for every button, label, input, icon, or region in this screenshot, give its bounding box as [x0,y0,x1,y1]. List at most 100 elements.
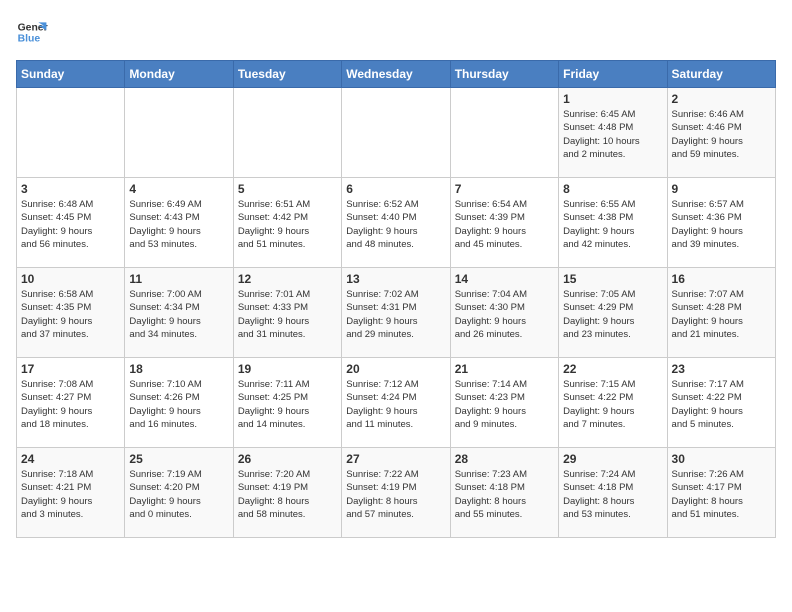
calendar-cell: 15 Sunrise: 7:05 AM Sunset: 4:29 PM Dayli… [559,268,667,358]
day-number: 20 [346,362,445,376]
calendar-cell: 13 Sunrise: 7:02 AM Sunset: 4:31 PM Dayli… [342,268,450,358]
calendar-cell: 1 Sunrise: 6:45 AM Sunset: 4:48 PM Daylig… [559,88,667,178]
day-info: Sunrise: 7:22 AM Sunset: 4:19 PM Dayligh… [346,468,445,521]
day-info: Sunrise: 7:24 AM Sunset: 4:18 PM Dayligh… [563,468,662,521]
day-info: Sunrise: 7:02 AM Sunset: 4:31 PM Dayligh… [346,288,445,341]
day-number: 3 [21,182,120,196]
calendar-cell: 24 Sunrise: 7:18 AM Sunset: 4:21 PM Dayli… [17,448,125,538]
week-row-0: 1 Sunrise: 6:45 AM Sunset: 4:48 PM Daylig… [17,88,776,178]
day-number: 28 [455,452,554,466]
day-info: Sunrise: 6:45 AM Sunset: 4:48 PM Dayligh… [563,108,662,161]
day-number: 26 [238,452,337,466]
day-number: 15 [563,272,662,286]
calendar-cell: 30Sunrise: 7:26 AM Sunset: 4:17 PM Dayli… [667,448,775,538]
day-info: Sunrise: 7:23 AM Sunset: 4:18 PM Dayligh… [455,468,554,521]
day-number: 27 [346,452,445,466]
logo-icon: General Blue [16,16,48,48]
day-info: Sunrise: 6:57 AM Sunset: 4:36 PM Dayligh… [672,198,771,251]
day-info: Sunrise: 6:46 AM Sunset: 4:46 PM Dayligh… [672,108,771,161]
day-info: Sunrise: 7:12 AM Sunset: 4:24 PM Dayligh… [346,378,445,431]
day-number: 13 [346,272,445,286]
day-info: Sunrise: 6:54 AM Sunset: 4:39 PM Dayligh… [455,198,554,251]
day-info: Sunrise: 7:10 AM Sunset: 4:26 PM Dayligh… [129,378,228,431]
day-number: 22 [563,362,662,376]
day-number: 8 [563,182,662,196]
day-info: Sunrise: 7:19 AM Sunset: 4:20 PM Dayligh… [129,468,228,521]
day-info: Sunrise: 7:11 AM Sunset: 4:25 PM Dayligh… [238,378,337,431]
calendar-table: SundayMondayTuesdayWednesdayThursdayFrid… [16,60,776,538]
day-number: 18 [129,362,228,376]
week-row-4: 24 Sunrise: 7:18 AM Sunset: 4:21 PM Dayli… [17,448,776,538]
day-info: Sunrise: 7:08 AM Sunset: 4:27 PM Dayligh… [21,378,120,431]
calendar-cell: 27 Sunrise: 7:22 AM Sunset: 4:19 PM Dayli… [342,448,450,538]
day-info: Sunrise: 7:26 AM Sunset: 4:17 PM Dayligh… [672,468,771,521]
day-number: 6 [346,182,445,196]
calendar-cell [125,88,233,178]
logo: General Blue [16,16,52,48]
day-number: 4 [129,182,228,196]
calendar-cell [17,88,125,178]
weekday-header-friday: Friday [559,61,667,88]
weekday-header-sunday: Sunday [17,61,125,88]
weekday-header-thursday: Thursday [450,61,558,88]
day-info: Sunrise: 7:07 AM Sunset: 4:28 PM Dayligh… [672,288,771,341]
week-row-1: 3Sunrise: 6:48 AM Sunset: 4:45 PM Daylig… [17,178,776,268]
calendar-cell: 21 Sunrise: 7:14 AM Sunset: 4:23 PM Dayli… [450,358,558,448]
day-number: 25 [129,452,228,466]
day-info: Sunrise: 6:52 AM Sunset: 4:40 PM Dayligh… [346,198,445,251]
day-info: Sunrise: 7:04 AM Sunset: 4:30 PM Dayligh… [455,288,554,341]
weekday-header-monday: Monday [125,61,233,88]
calendar-cell: 26 Sunrise: 7:20 AM Sunset: 4:19 PM Dayli… [233,448,341,538]
calendar-cell [233,88,341,178]
calendar-cell: 4Sunrise: 6:49 AM Sunset: 4:43 PM Daylig… [125,178,233,268]
calendar-cell: 12 Sunrise: 7:01 AM Sunset: 4:33 PM Dayli… [233,268,341,358]
day-info: Sunrise: 6:55 AM Sunset: 4:38 PM Dayligh… [563,198,662,251]
calendar-cell: 5 Sunrise: 6:51 AM Sunset: 4:42 PM Daylig… [233,178,341,268]
calendar-cell: 7Sunrise: 6:54 AM Sunset: 4:39 PM Daylig… [450,178,558,268]
calendar-cell: 17 Sunrise: 7:08 AM Sunset: 4:27 PM Dayli… [17,358,125,448]
day-info: Sunrise: 7:01 AM Sunset: 4:33 PM Dayligh… [238,288,337,341]
day-info: Sunrise: 6:51 AM Sunset: 4:42 PM Dayligh… [238,198,337,251]
day-number: 29 [563,452,662,466]
day-number: 10 [21,272,120,286]
calendar-cell: 23 Sunrise: 7:17 AM Sunset: 4:22 PM Dayli… [667,358,775,448]
weekday-header-row: SundayMondayTuesdayWednesdayThursdayFrid… [17,61,776,88]
day-number: 9 [672,182,771,196]
day-info: Sunrise: 7:20 AM Sunset: 4:19 PM Dayligh… [238,468,337,521]
calendar-cell: 18 Sunrise: 7:10 AM Sunset: 4:26 PM Dayli… [125,358,233,448]
day-number: 16 [672,272,771,286]
day-info: Sunrise: 7:18 AM Sunset: 4:21 PM Dayligh… [21,468,120,521]
day-info: Sunrise: 6:58 AM Sunset: 4:35 PM Dayligh… [21,288,120,341]
calendar-cell: 20 Sunrise: 7:12 AM Sunset: 4:24 PM Dayli… [342,358,450,448]
day-info: Sunrise: 7:00 AM Sunset: 4:34 PM Dayligh… [129,288,228,341]
calendar-cell [450,88,558,178]
weekday-header-saturday: Saturday [667,61,775,88]
day-number: 1 [563,92,662,106]
day-number: 19 [238,362,337,376]
day-number: 2 [672,92,771,106]
calendar-cell: 10 Sunrise: 6:58 AM Sunset: 4:35 PM Dayli… [17,268,125,358]
calendar-cell: 2 Sunrise: 6:46 AM Sunset: 4:46 PM Daylig… [667,88,775,178]
calendar-cell: 22 Sunrise: 7:15 AM Sunset: 4:22 PM Dayli… [559,358,667,448]
calendar-cell: 14Sunrise: 7:04 AM Sunset: 4:30 PM Dayli… [450,268,558,358]
day-number: 11 [129,272,228,286]
calendar-cell: 28 Sunrise: 7:23 AM Sunset: 4:18 PM Dayli… [450,448,558,538]
day-number: 24 [21,452,120,466]
svg-text:Blue: Blue [18,34,41,45]
calendar-cell: 3Sunrise: 6:48 AM Sunset: 4:45 PM Daylig… [17,178,125,268]
day-info: Sunrise: 7:14 AM Sunset: 4:23 PM Dayligh… [455,378,554,431]
calendar-cell: 19 Sunrise: 7:11 AM Sunset: 4:25 PM Dayli… [233,358,341,448]
day-number: 21 [455,362,554,376]
day-number: 17 [21,362,120,376]
day-info: Sunrise: 7:05 AM Sunset: 4:29 PM Dayligh… [563,288,662,341]
day-number: 23 [672,362,771,376]
day-number: 12 [238,272,337,286]
calendar-cell: 11 Sunrise: 7:00 AM Sunset: 4:34 PM Dayli… [125,268,233,358]
day-info: Sunrise: 7:15 AM Sunset: 4:22 PM Dayligh… [563,378,662,431]
day-number: 5 [238,182,337,196]
calendar-cell [342,88,450,178]
calendar-cell: 8 Sunrise: 6:55 AM Sunset: 4:38 PM Daylig… [559,178,667,268]
weekday-header-wednesday: Wednesday [342,61,450,88]
day-info: Sunrise: 7:17 AM Sunset: 4:22 PM Dayligh… [672,378,771,431]
calendar-cell: 25 Sunrise: 7:19 AM Sunset: 4:20 PM Dayli… [125,448,233,538]
